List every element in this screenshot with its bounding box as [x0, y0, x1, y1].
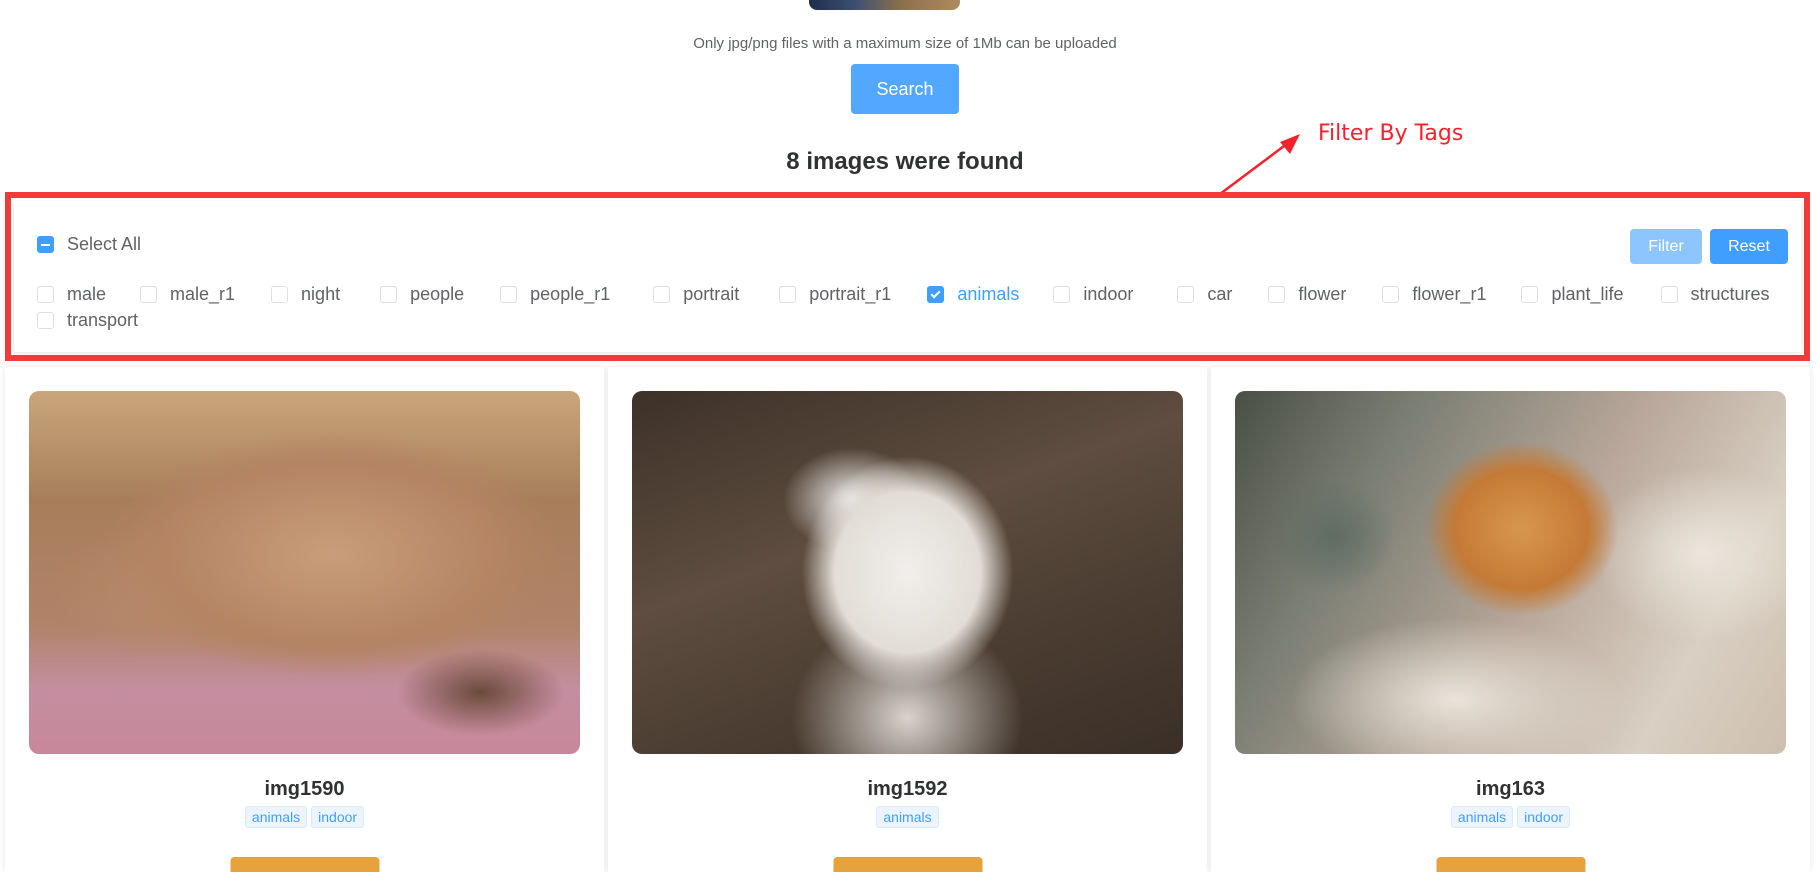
checkbox-icon [1053, 285, 1071, 303]
checkbox-icon [653, 285, 671, 303]
tag-label: transport [67, 309, 139, 330]
image-tags: animals [608, 806, 1207, 828]
image-card: img1590 animals indoor [5, 367, 604, 872]
tag-label: portrait_r1 [809, 283, 892, 304]
image-title: img1590 [264, 778, 345, 800]
tag-label: portrait [683, 283, 740, 304]
tag-checkbox-indoor[interactable]: indoor [1053, 283, 1133, 305]
tag-label: male [67, 283, 107, 304]
filter-button[interactable]: Filter [1630, 229, 1702, 264]
checkbox-icon [1521, 285, 1539, 303]
search-button[interactable]: Search [851, 64, 959, 114]
image-tags: animals indoor [1211, 806, 1810, 828]
tag-checkbox-people[interactable]: people [380, 283, 464, 305]
tag-checkbox-flower-r1[interactable]: flower_r1 [1382, 283, 1486, 305]
tag-label: people_r1 [530, 283, 611, 304]
checkbox-icon [271, 285, 289, 303]
tag-checkbox-male-r1[interactable]: male_r1 [140, 283, 235, 305]
tag-checkbox-animals[interactable]: animals [927, 283, 1019, 305]
tag-chip: indoor [311, 806, 365, 828]
card-action-button[interactable] [1436, 857, 1585, 872]
upload-hint: Only jpg/png files with a maximum size o… [693, 35, 1117, 52]
tag-checkbox-portrait-r1[interactable]: portrait_r1 [779, 283, 891, 305]
tag-filter-panel: Select All Filter Reset male male_r1 night… [5, 192, 1810, 361]
tag-checkbox-flower[interactable]: flower [1268, 283, 1346, 305]
card-action-button[interactable] [230, 857, 379, 872]
rabbit-photo[interactable] [29, 391, 580, 754]
tag-chip: animals [1450, 806, 1514, 828]
tag-checkbox-plant-life[interactable]: plant_life [1521, 283, 1624, 305]
tag-label: people [410, 283, 465, 304]
results-count: 8 images were found [786, 148, 1024, 175]
tag-checkbox-transport[interactable]: transport [37, 309, 138, 331]
tag-checkbox-portrait[interactable]: portrait [653, 283, 739, 305]
tag-checkbox-group: male male_r1 night people people_r1 portrait p… [37, 283, 1777, 331]
tag-label: plant_life [1551, 283, 1624, 304]
checkbox-icon [380, 285, 398, 303]
tag-chip: animals [244, 806, 308, 828]
checkbox-icon [1382, 285, 1400, 303]
card-action-button[interactable] [833, 857, 982, 872]
tag-checkbox-structures[interactable]: structures [1660, 283, 1770, 305]
tag-chip: indoor [1517, 806, 1571, 828]
orange-cat-photo[interactable] [1235, 391, 1786, 754]
tag-checkbox-people-r1[interactable]: people_r1 [500, 283, 610, 305]
checked-checkbox-icon [927, 285, 945, 303]
image-card: img163 animals indoor [1211, 367, 1810, 872]
tag-label: night [301, 283, 341, 304]
select-all-label: Select All [67, 234, 142, 254]
checkbox-icon [37, 311, 54, 329]
white-cat-photo[interactable] [632, 391, 1183, 754]
reset-button[interactable]: Reset [1710, 229, 1788, 264]
checkbox-icon [500, 285, 518, 303]
image-tags: animals indoor [5, 806, 604, 828]
indeterminate-checkbox-icon [37, 236, 54, 253]
image-results-grid: img1590 animals indoor img1592 animals img163… [5, 367, 1810, 872]
tag-checkbox-night[interactable]: night [271, 283, 340, 305]
tag-label: indoor [1083, 283, 1134, 304]
tag-filter-card: Select All Filter Reset male male_r1 night… [14, 201, 1801, 352]
image-title: img163 [1476, 778, 1545, 800]
tag-checkbox-male[interactable]: male [37, 283, 106, 305]
tag-label: animals [957, 283, 1020, 304]
checkbox-icon [37, 285, 54, 303]
annotation-label: Filter By Tags [1318, 121, 1464, 146]
tag-checkbox-car[interactable]: car [1177, 283, 1232, 305]
tag-label: flower [1298, 283, 1347, 304]
tag-chip: animals [876, 806, 939, 828]
tag-label: structures [1690, 283, 1770, 304]
uploaded-image-preview [809, 0, 960, 10]
image-card: img1592 animals [608, 367, 1207, 872]
checkbox-icon [779, 285, 797, 303]
tag-label: flower_r1 [1412, 283, 1487, 304]
checkbox-icon [1268, 285, 1286, 303]
checkbox-icon [1660, 285, 1678, 303]
tag-label: car [1207, 283, 1233, 304]
tag-label: male_r1 [170, 283, 236, 304]
checkbox-icon [1177, 285, 1195, 303]
select-all-checkbox[interactable]: Select All [37, 234, 141, 255]
checkbox-icon [140, 285, 158, 303]
image-title: img1592 [867, 778, 948, 800]
